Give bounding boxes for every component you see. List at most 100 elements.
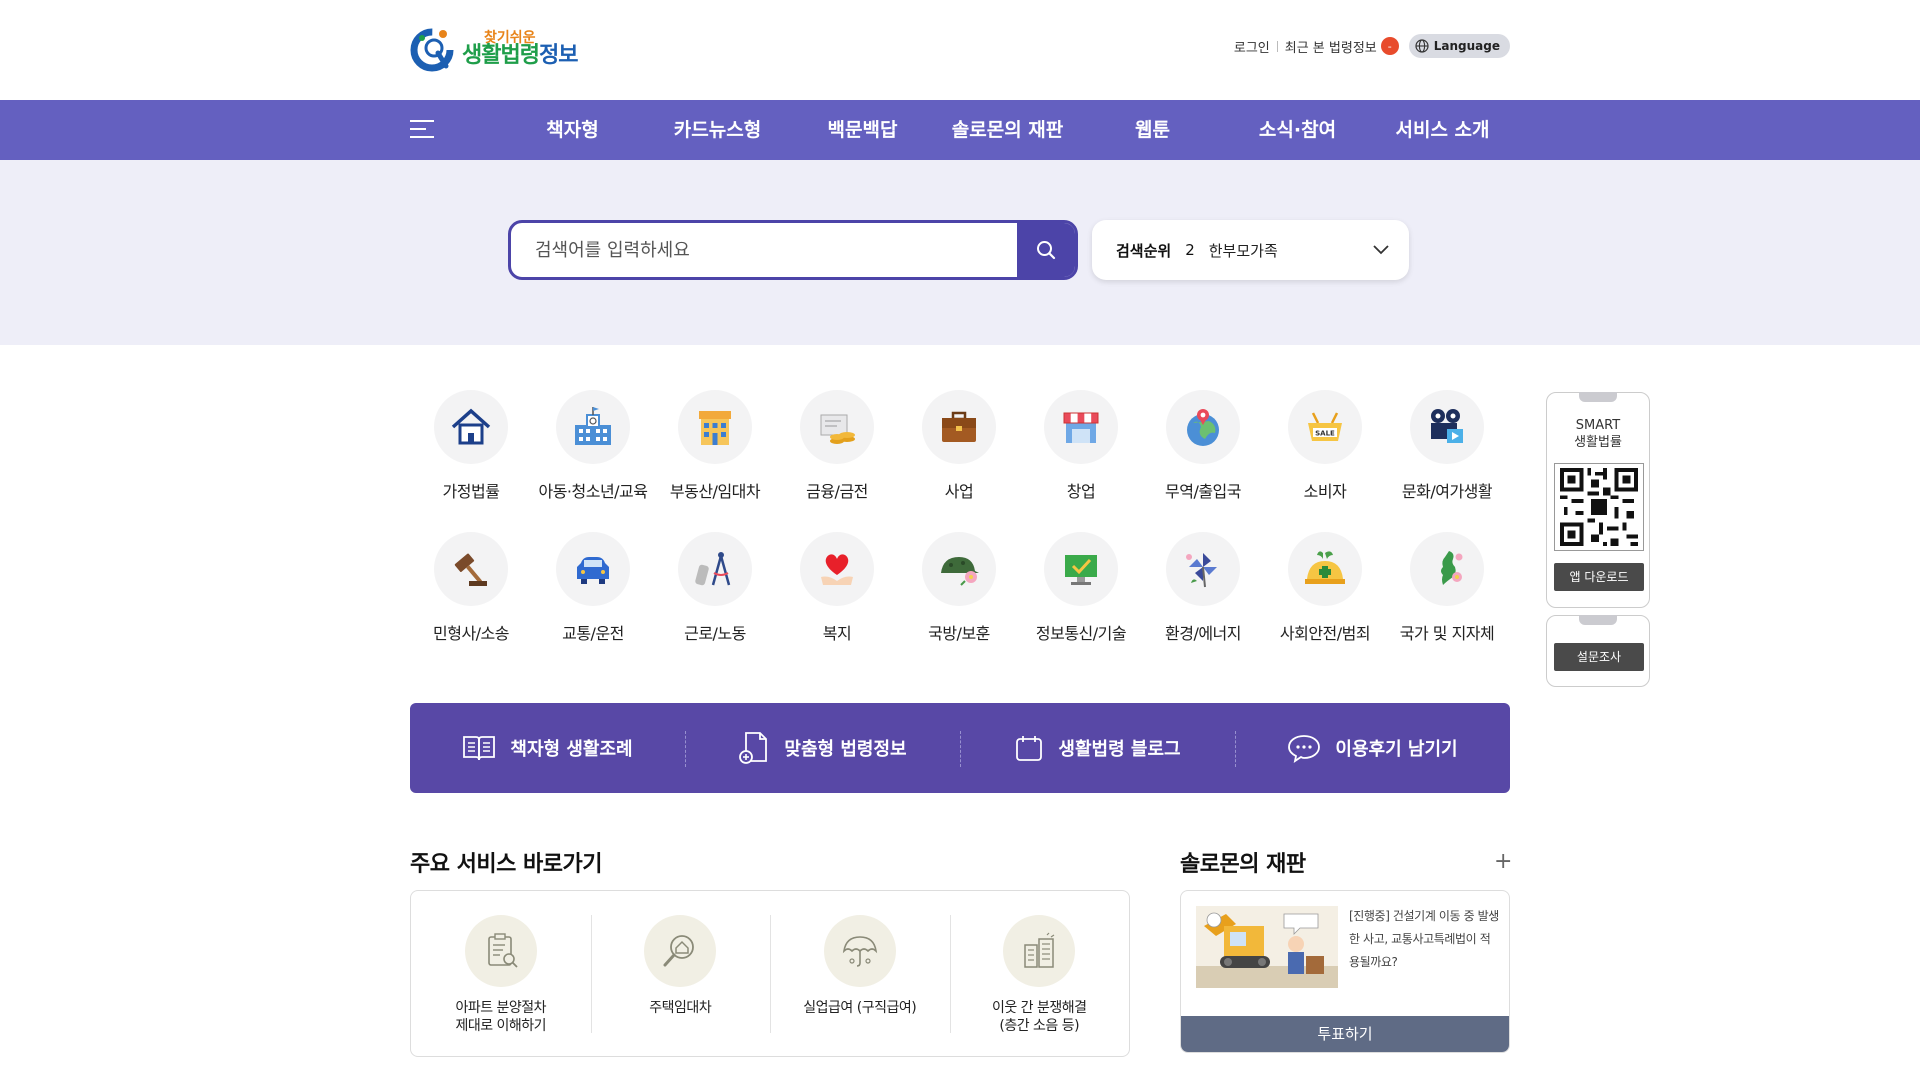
chevron-down-icon[interactable] bbox=[1373, 245, 1389, 255]
category-ict[interactable]: 정보통신/기술 bbox=[1020, 532, 1142, 644]
site-logo[interactable]: 찾기쉬운 생활법령정보 bbox=[410, 26, 578, 72]
document-search-icon bbox=[739, 732, 768, 764]
category-label: 아동·청소년/교육 bbox=[538, 482, 648, 501]
house-magnifier-icon bbox=[663, 935, 695, 967]
category-safety[interactable]: 사회안전/범죄 bbox=[1264, 532, 1386, 644]
category-label: 무역/출입국 bbox=[1165, 482, 1242, 501]
nav-item-cardnews[interactable]: 카드뉴스형 bbox=[645, 100, 790, 160]
nav-item-solomon[interactable]: 솔로몬의 재판 bbox=[935, 100, 1080, 160]
main-nav: 책자형 카드뉴스형 백문백답 솔로몬의 재판 웹툰 소식·참여 서비스 소개 bbox=[0, 100, 1920, 160]
service-label-line2: 제대로 이해하기 bbox=[455, 1018, 547, 1034]
service-label-line1: 아파트 분양절차 bbox=[455, 1000, 547, 1016]
category-trade[interactable]: 무역/출입국 bbox=[1142, 390, 1264, 502]
service-label-line1: 이웃 간 분쟁해결 bbox=[991, 1000, 1087, 1016]
vote-button[interactable]: 투표하기 bbox=[1181, 1016, 1509, 1052]
language-label: Language bbox=[1433, 39, 1500, 53]
book-icon bbox=[463, 736, 496, 761]
category-label: 복지 bbox=[822, 624, 852, 643]
category-label: 교통/운전 bbox=[562, 624, 624, 643]
category-culture-leisure[interactable]: 문화/여가생활 bbox=[1386, 390, 1508, 502]
category-label: 정보통신/기술 bbox=[1035, 624, 1127, 643]
site-header: 찾기쉬운 생활법령정보 로그인 최근 본 법령정보 - Language bbox=[0, 0, 1920, 100]
globe-icon bbox=[1415, 39, 1429, 53]
smart-line1: SMART bbox=[1575, 418, 1621, 433]
smart-app-widget: SMART 생활법률 앱 다운로드 bbox=[1546, 392, 1650, 608]
nav-item-about[interactable]: 서비스 소개 bbox=[1370, 100, 1515, 160]
helmet-icon bbox=[941, 557, 979, 586]
solomon-more-button[interactable]: + bbox=[1494, 851, 1512, 873]
solomon-card[interactable]: [진행중] 건설기계 이동 중 발생한 사고, 교통사고특례법이 적용될까요? … bbox=[1180, 890, 1510, 1053]
nav-item-qna[interactable]: 백문백답 bbox=[790, 100, 935, 160]
gavel-icon bbox=[454, 553, 487, 586]
smart-line2: 생활법률 bbox=[1574, 435, 1622, 450]
survey-button[interactable]: 설문조사 bbox=[1554, 643, 1644, 671]
search-button[interactable] bbox=[1017, 223, 1075, 277]
search-rank-dropdown[interactable]: 검색순위 2 한부모가족 bbox=[1092, 220, 1409, 280]
quick-link-label: 생활법령 블로그 bbox=[1058, 739, 1181, 760]
logo-emblem-icon bbox=[410, 26, 456, 72]
category-label: 국방/보훈 bbox=[928, 624, 990, 643]
category-traffic[interactable]: 교통/운전 bbox=[532, 532, 654, 644]
search-rank-term[interactable]: 한부모가족 bbox=[1209, 240, 1278, 261]
category-youth-education[interactable]: 아동·청소년/교육 bbox=[532, 390, 654, 502]
category-startup[interactable]: 창업 bbox=[1020, 390, 1142, 502]
quick-link-custom-info[interactable]: 맞춤형 법령정보 bbox=[685, 703, 960, 793]
category-environment[interactable]: 환경/에너지 bbox=[1142, 532, 1264, 644]
quick-link-label: 책자형 생활조례 bbox=[510, 739, 633, 760]
service-housing-lease[interactable]: 주택임대차 bbox=[590, 891, 771, 1056]
solomon-title: 솔로몬의 재판 bbox=[1180, 852, 1306, 877]
nav-item-booklet[interactable]: 책자형 bbox=[500, 100, 645, 160]
sale-basket-icon: SALE bbox=[1308, 412, 1342, 441]
compass-icon bbox=[695, 552, 731, 586]
language-button[interactable]: Language bbox=[1408, 34, 1510, 58]
category-label: 창업 bbox=[1066, 482, 1096, 501]
category-welfare[interactable]: 복지 bbox=[776, 532, 898, 644]
korea-map-icon bbox=[1441, 551, 1463, 585]
category-civil-criminal[interactable]: 민형사/소송 bbox=[410, 532, 532, 644]
chat-icon bbox=[1288, 735, 1321, 763]
quick-link-review[interactable]: 이용후기 남기기 bbox=[1235, 703, 1510, 793]
category-finance[interactable]: 금융/금전 bbox=[776, 390, 898, 502]
apartment-icon bbox=[1024, 932, 1055, 968]
logo-title-blue: 정보 bbox=[538, 43, 578, 68]
service-unemployment-benefit[interactable]: 실업급여 (구직급여) bbox=[770, 891, 950, 1056]
category-defense[interactable]: 국방/보훈 bbox=[898, 532, 1020, 644]
svg-text:SALE: SALE bbox=[1315, 430, 1335, 438]
service-apartment-sale[interactable]: 아파트 분양절차제대로 이해하기 bbox=[411, 891, 591, 1056]
category-consumer[interactable]: SALE 소비자 bbox=[1264, 390, 1386, 502]
survey-widget: 설문조사 bbox=[1546, 615, 1650, 687]
service-neighbor-dispute[interactable]: 이웃 간 분쟁해결 (층간 소음 등) bbox=[949, 891, 1130, 1056]
utility-menu: 로그인 최근 본 법령정보 - Language bbox=[1234, 34, 1510, 58]
search-section: 검색순위 2 한부모가족 bbox=[0, 160, 1920, 345]
login-link[interactable]: 로그인 bbox=[1234, 37, 1270, 56]
category-real-estate[interactable]: 부동산/임대차 bbox=[654, 390, 776, 502]
search-input[interactable] bbox=[535, 223, 995, 277]
quick-link-blog[interactable]: 생활법령 블로그 bbox=[960, 703, 1235, 793]
car-icon bbox=[577, 557, 609, 584]
quick-link-label: 맞춤형 법령정보 bbox=[784, 739, 907, 760]
nav-item-webtoon[interactable]: 웹툰 bbox=[1080, 100, 1225, 160]
house-icon bbox=[451, 408, 491, 445]
category-business[interactable]: 사업 bbox=[898, 390, 1020, 502]
store-icon bbox=[1063, 412, 1099, 443]
nav-item-news[interactable]: 소식·참여 bbox=[1225, 100, 1370, 160]
category-label: 금융/금전 bbox=[806, 482, 868, 501]
category-label: 소비자 bbox=[1303, 482, 1347, 501]
recent-laws-link[interactable]: 최근 본 법령정보 bbox=[1285, 37, 1377, 56]
widget-tab bbox=[1579, 615, 1617, 625]
clipboard-search-icon bbox=[487, 933, 518, 968]
app-download-button[interactable]: 앱 다운로드 bbox=[1554, 563, 1644, 591]
camera-icon bbox=[1431, 409, 1463, 443]
quick-link-booklet[interactable]: 책자형 생활조례 bbox=[410, 703, 685, 793]
category-label: 사업 bbox=[944, 482, 974, 501]
category-label: 환경/에너지 bbox=[1165, 624, 1242, 643]
quick-link-label: 이용후기 남기기 bbox=[1335, 739, 1458, 760]
heart-hand-icon bbox=[821, 554, 853, 585]
umbrella-icon bbox=[842, 936, 877, 967]
hamburger-menu-icon[interactable] bbox=[410, 120, 434, 140]
category-labor[interactable]: 근로/노동 bbox=[654, 532, 776, 644]
logo-title-green: 생활법령 bbox=[462, 43, 540, 68]
category-government[interactable]: 국가 및 지자체 bbox=[1386, 532, 1508, 644]
category-family-law[interactable]: 가정법률 bbox=[410, 390, 532, 502]
qr-code bbox=[1554, 463, 1644, 551]
